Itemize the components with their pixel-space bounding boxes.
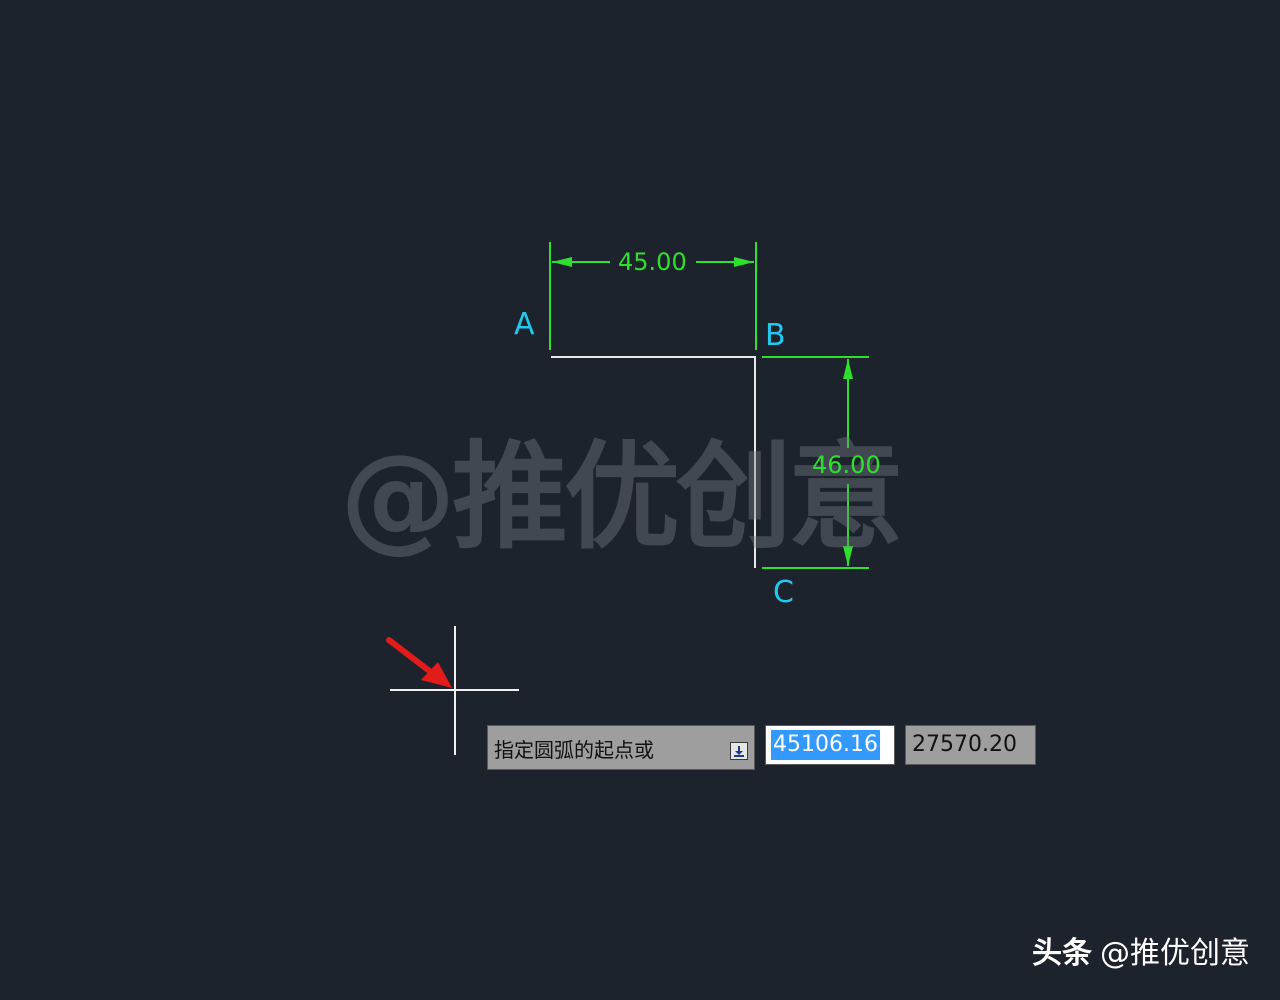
dim-v-arrow-top	[843, 359, 853, 379]
brand-platform: 头条	[1032, 936, 1092, 971]
polyline-abc[interactable]	[551, 356, 756, 568]
cad-viewport[interactable]: @推优创意 A B C 45.00 46.00 指定圆弧的起点或 45106.1…	[0, 0, 1280, 1000]
red-pointer-arrow-icon	[386, 637, 452, 688]
dim-h-arrow-left	[552, 257, 572, 267]
dim-h-arrow-right	[734, 257, 754, 267]
x-coordinate-input[interactable]: 45106.16	[765, 725, 895, 765]
down-arrow-box-icon[interactable]	[730, 742, 748, 760]
y-coordinate-input[interactable]: 27570.20	[905, 725, 1036, 765]
cad-drawing-canvas[interactable]	[0, 0, 1280, 1000]
brand-handle: @推优创意	[1100, 936, 1250, 971]
brand-credit: 头条 @推优创意	[1032, 928, 1250, 972]
point-label-b: B	[765, 318, 786, 353]
dim-vertical-value[interactable]: 46.00	[812, 453, 881, 477]
point-label-a: A	[514, 307, 535, 342]
dim-v-arrow-bottom	[843, 546, 853, 566]
x-coordinate-selected-text: 45106.16	[771, 730, 880, 760]
prompt-text: 指定圆弧的起点或	[494, 738, 654, 762]
point-label-c: C	[773, 575, 794, 610]
dynamic-input-prompt: 指定圆弧的起点或	[487, 725, 755, 770]
dim-horizontal-value[interactable]: 45.00	[618, 250, 687, 274]
